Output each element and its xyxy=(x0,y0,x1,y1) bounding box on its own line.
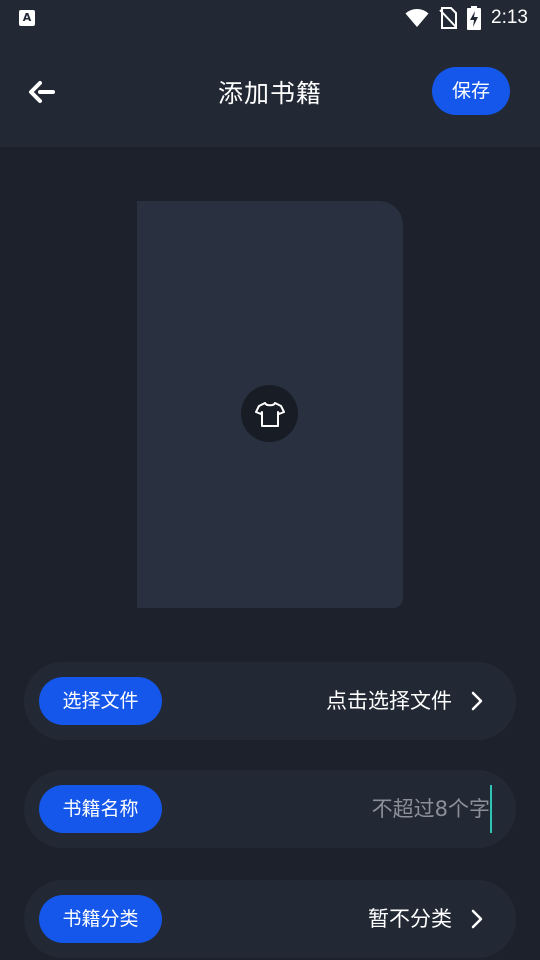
select-file-value[interactable]: 点击选择文件 xyxy=(326,662,452,740)
book-cover-placeholder[interactable] xyxy=(137,201,403,608)
chevron-right-icon xyxy=(471,909,483,929)
save-button[interactable]: 保存 xyxy=(432,67,510,115)
no-sim-icon xyxy=(439,7,458,29)
status-icons: 2:13 xyxy=(405,6,528,30)
cover-upload-button[interactable] xyxy=(241,385,298,442)
battery-charging-icon xyxy=(467,6,482,30)
tshirt-icon xyxy=(254,401,285,427)
app-header: 添加书籍 保存 xyxy=(0,36,540,147)
select-file-row[interactable]: 选择文件 点击选择文件 xyxy=(24,662,516,740)
status-time: 2:13 xyxy=(491,7,528,28)
book-category-value[interactable]: 暂不分类 xyxy=(368,880,452,958)
status-bar: A 2:13 xyxy=(0,0,540,36)
book-category-label: 书籍分类 xyxy=(39,895,162,943)
book-name-row: 书籍名称 xyxy=(24,770,516,848)
book-name-input[interactable] xyxy=(192,785,492,833)
notification-a-icon: A xyxy=(19,10,35,26)
select-file-label: 选择文件 xyxy=(39,677,162,725)
chevron-right-icon xyxy=(471,691,483,711)
wifi-icon xyxy=(405,9,429,27)
book-category-row[interactable]: 书籍分类 暂不分类 xyxy=(24,880,516,958)
book-name-label: 书籍名称 xyxy=(39,785,162,833)
